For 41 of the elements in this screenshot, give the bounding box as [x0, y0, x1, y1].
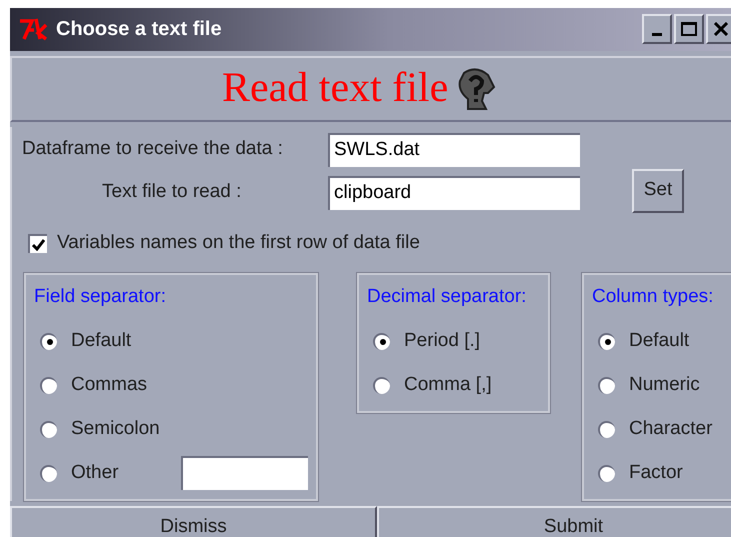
set-button[interactable]: Set [632, 168, 684, 212]
option-label: Numeric [629, 372, 701, 397]
window-title: Choose a text file [56, 17, 222, 42]
radio-button[interactable] [373, 376, 390, 394]
checkbox-label: Variables names on the first row of data file [57, 231, 420, 256]
radio-button[interactable] [598, 420, 615, 438]
radio-button[interactable] [40, 376, 57, 394]
close-icon [714, 22, 728, 36]
option-label: Semicolon [71, 416, 161, 441]
option-label: Factor [629, 460, 684, 485]
option-label: Comma [,] [404, 372, 493, 397]
input-field[interactable]: clipboard [328, 176, 580, 210]
option-label: Character [629, 416, 714, 441]
option-label: Commas [71, 372, 148, 397]
field-label: Dataframe to receive the data : [22, 137, 284, 162]
field-label: Text file to read : [101, 180, 242, 204]
dialog-button[interactable]: Submit [377, 506, 731, 537]
option-label: Default [71, 328, 132, 353]
radio-button[interactable] [40, 464, 57, 482]
maximize-button[interactable] [674, 14, 704, 44]
checkbox[interactable] [28, 234, 47, 253]
close-button[interactable] [706, 14, 731, 44]
input-field[interactable]: SWLS.dat [328, 132, 580, 166]
input-field[interactable] [180, 456, 308, 490]
question-head-icon [456, 66, 496, 110]
option-label: Period [.] [404, 328, 482, 353]
option-label: Other [71, 460, 120, 485]
group-title: Field separator: [34, 284, 168, 308]
option-label: Default [629, 328, 690, 353]
radio-button[interactable] [40, 420, 57, 438]
group-title: Decimal separator: [367, 284, 528, 308]
radio-button[interactable] [598, 332, 615, 350]
radio-button[interactable] [598, 376, 615, 394]
check-icon [32, 238, 45, 250]
radio-button[interactable] [40, 332, 57, 350]
heading: Read text file [222, 64, 448, 113]
dialog-button[interactable]: Dismiss [10, 506, 377, 537]
group-title: Column types: [592, 284, 714, 308]
minimize-button[interactable] [642, 14, 672, 44]
radio-button[interactable] [598, 464, 615, 482]
radio-button[interactable] [373, 332, 390, 350]
